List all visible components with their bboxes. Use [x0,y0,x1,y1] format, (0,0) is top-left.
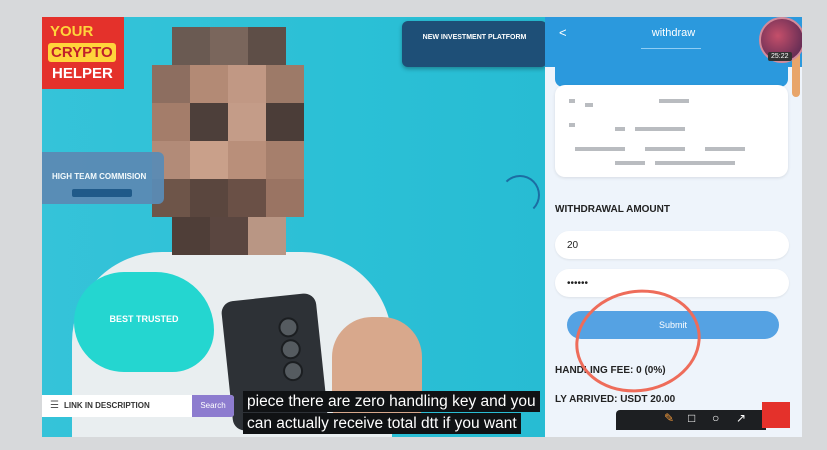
withdrawal-amount-label: WITHDRAWAL AMOUNT [555,204,670,215]
blob-title: BEST TRUSTED [109,314,179,324]
amount-field[interactable] [555,231,789,259]
arrived-value: USDT 20.00 [620,394,676,405]
link-text: LINK IN DESCRIPTION [64,401,150,410]
search-button[interactable]: Search [192,395,234,417]
video-frame: YOUR CRYPTO HELPER NEW INVESTMENT PLATFO… [42,17,802,437]
address-card [555,85,788,177]
team-banner-chip [72,189,132,197]
amount-input[interactable] [555,231,789,259]
video-area: YOUR CRYPTO HELPER NEW INVESTMENT PLATFO… [42,17,547,437]
password-field[interactable] [555,269,789,297]
mini-channel-logo [762,402,790,428]
arrow-icon[interactable]: ↗ [736,411,746,425]
square-icon[interactable]: □ [688,411,695,425]
title-underline [641,48,701,49]
channel-logo: YOUR CRYPTO HELPER [42,17,124,89]
menu-icon: ☰ [50,400,59,411]
logo-line1: YOUR [50,23,94,40]
logo-line2: CRYPTO [48,43,116,62]
actually-arrived: LY ARRIVED: USDT 20.00 [555,394,675,405]
decorative-ring [500,175,540,215]
link-in-description-bar[interactable]: ☰ LINK IN DESCRIPTION Search [42,395,234,417]
logo-line3: HELPER [52,65,113,82]
trusted-platform-blob: BEST TRUSTED [74,272,214,372]
team-commission-banner: HIGH TEAM COMMISION [42,152,164,204]
investment-platform-banner: NEW INVESTMENT PLATFORM [402,21,547,67]
caption-line-1: piece there are zero handling key and yo… [243,391,540,412]
pen-icon[interactable]: ✎ [664,411,674,425]
camera-lens [282,360,305,383]
circle-icon[interactable]: ○ [712,411,719,425]
camera-lens [277,316,300,339]
password-input[interactable] [555,269,789,297]
annotation-toolbar: ✎ □ ○ ↗ [616,410,766,430]
header-card [555,57,788,87]
team-banner-title: HIGH TEAM COMMISION [52,172,147,181]
arrived-label: LY ARRIVED: [555,394,618,405]
camera-lens [279,338,302,361]
timestamp-badge: 25:22 [768,52,792,61]
caption-line-2: can actually receive total dtt if you wa… [243,413,521,434]
